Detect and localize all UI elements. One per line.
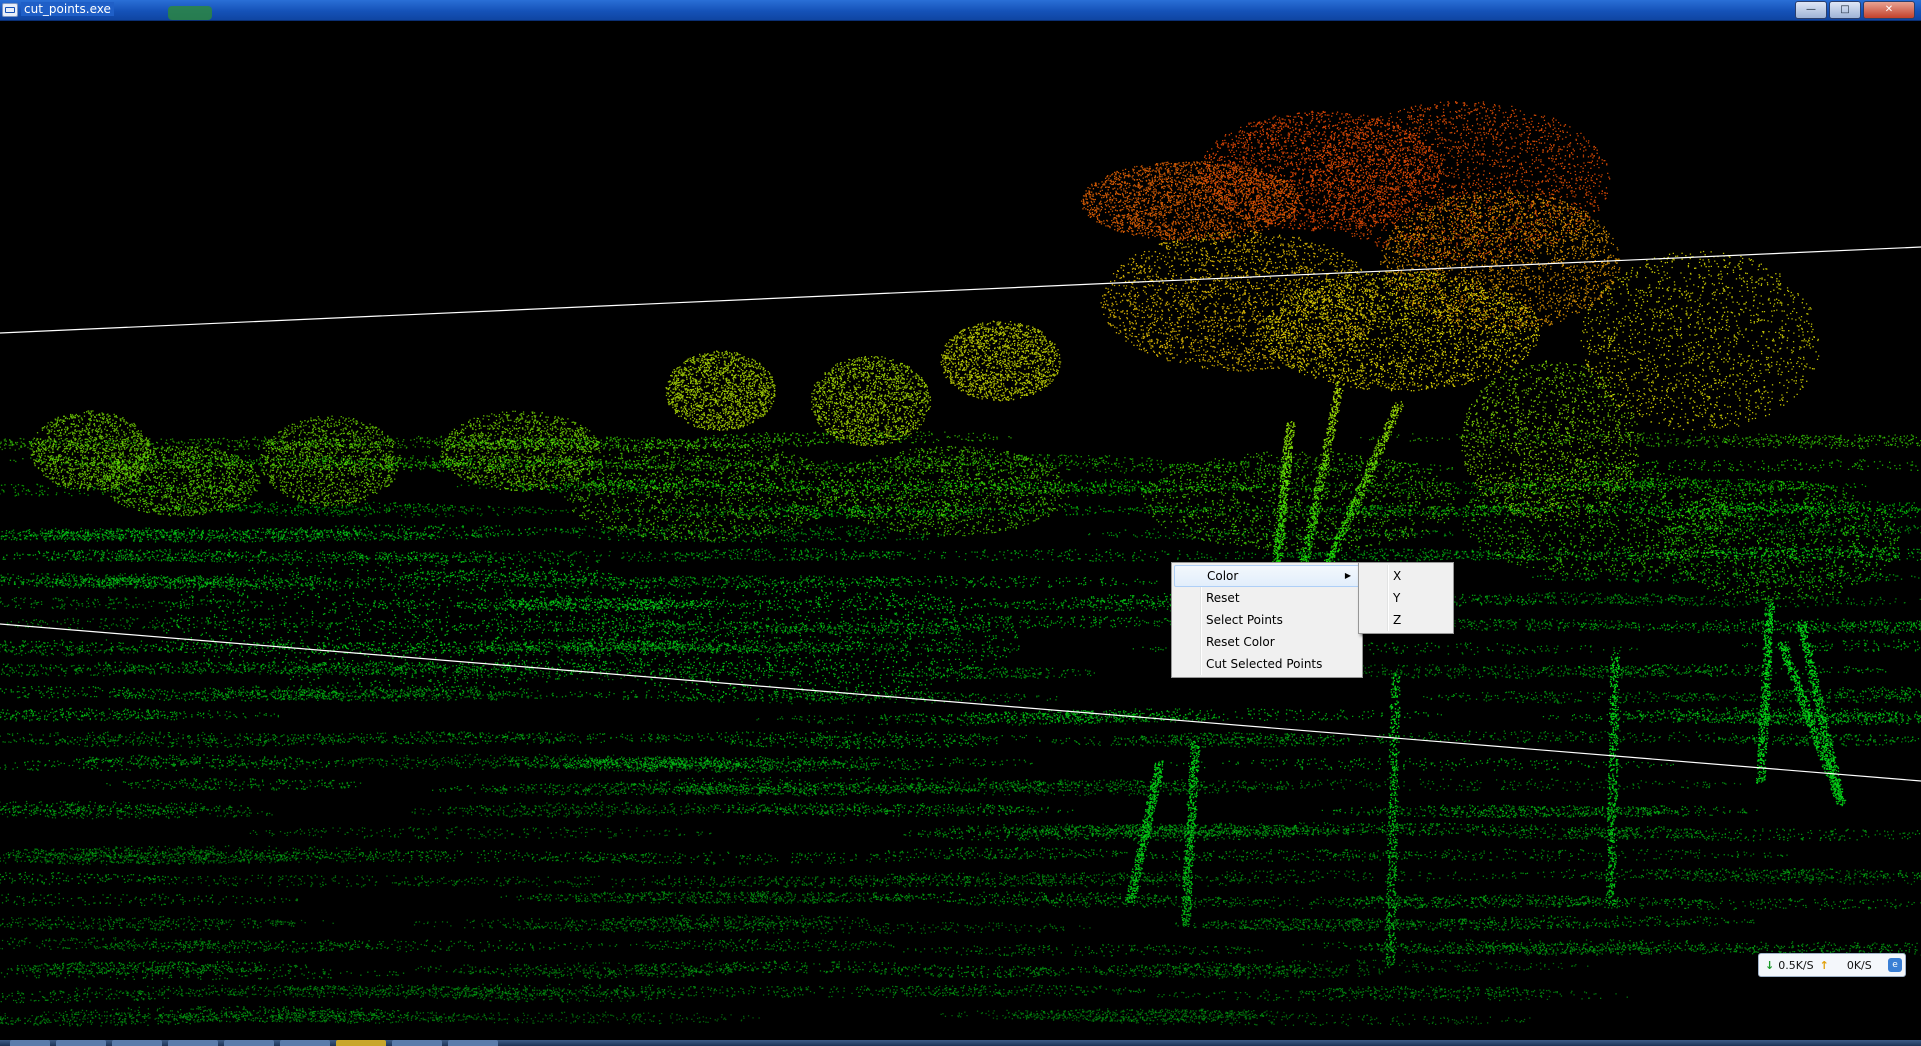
menu-item-label: Select Points [1206,613,1283,627]
menu-item-reset[interactable]: Reset [1172,587,1362,609]
maximize-button[interactable]: □ [1829,1,1861,19]
taskbar-item[interactable] [392,1040,442,1046]
app-badge-icon[interactable]: e [1888,958,1902,972]
submenu-arrow-icon: ▶ [1344,571,1351,580]
color-submenu: X Y Z [1358,562,1454,634]
taskbar-glow-decoration [168,6,212,20]
taskbar-item-active[interactable] [336,1040,386,1046]
menu-item-label: Reset Color [1206,635,1275,649]
taskbar-item[interactable] [112,1040,162,1046]
taskbar-item[interactable] [56,1040,106,1046]
taskbar-item[interactable] [224,1040,274,1046]
menu-item-label: Cut Selected Points [1206,657,1323,671]
taskbar [0,1040,1921,1046]
point-cloud-canvas[interactable] [0,21,1921,1040]
reference-line [0,623,1921,782]
point-cloud-viewport[interactable] [0,21,1921,1040]
menu-item-color[interactable]: Color ▶ [1174,565,1360,587]
app-icon[interactable] [2,3,18,17]
minimize-button[interactable]: — [1795,1,1827,19]
taskbar-item[interactable] [280,1040,330,1046]
submenu-item-x[interactable]: X [1359,565,1453,587]
point-cloud-points [0,100,1921,1027]
network-speed-widget[interactable]: ↓ 0.5K/S ↑ 0K/S e [1758,953,1906,977]
window-title: cut_points.exe [21,2,114,16]
menu-item-label: Reset [1206,591,1240,605]
window-controls: — □ ✕ [1795,1,1915,19]
download-speed: 0.5K/S [1778,958,1814,972]
taskbar-item[interactable] [448,1040,498,1046]
close-button[interactable]: ✕ [1863,1,1915,19]
submenu-item-y[interactable]: Y [1359,587,1453,609]
reference-line [0,246,1921,334]
start-button[interactable] [10,1040,50,1046]
title-bar: cut_points.exe — □ ✕ [0,0,1921,21]
context-menu: Color ▶ Reset Select Points Reset Color … [1171,562,1363,678]
menu-item-cut-selected-points[interactable]: Cut Selected Points [1172,653,1362,675]
submenu-item-z[interactable]: Z [1359,609,1453,631]
arrow-up-icon: ↑ [1819,958,1829,972]
menu-item-label: Color [1207,569,1239,583]
menu-item-select-points[interactable]: Select Points [1172,609,1362,631]
upload-speed: 0K/S [1846,958,1872,972]
taskbar-item[interactable] [168,1040,218,1046]
arrow-down-icon: ↓ [1765,958,1775,972]
menu-item-reset-color[interactable]: Reset Color [1172,631,1362,653]
